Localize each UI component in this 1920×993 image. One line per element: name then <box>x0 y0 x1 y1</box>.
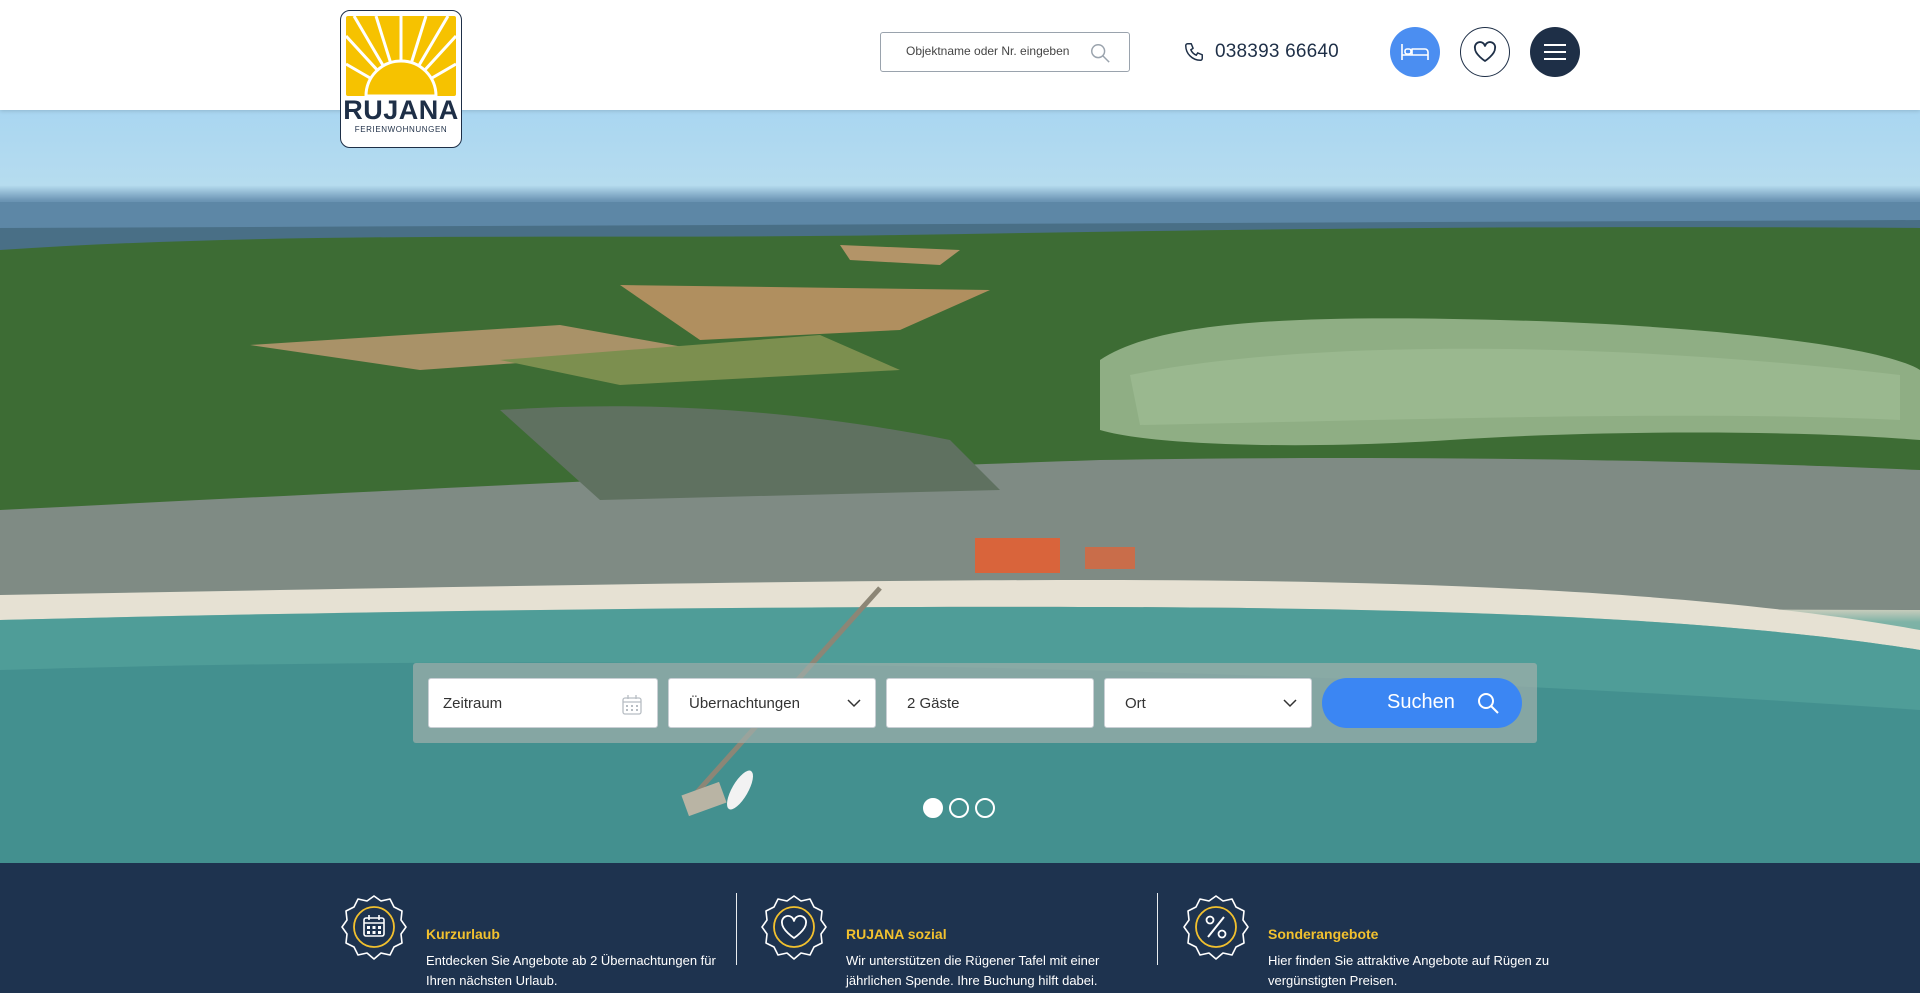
search-submit-label: Suchen <box>1387 691 1455 713</box>
phone-link[interactable]: 038393 66640 <box>1183 38 1339 66</box>
site-header: 038393 66640 <box>0 0 1920 110</box>
slider-pagination <box>923 798 995 818</box>
nights-select-label: Übernachtungen <box>689 694 800 712</box>
object-search-input[interactable] <box>906 44 1091 58</box>
bed-button[interactable] <box>1390 27 1440 77</box>
sun-logo-mark <box>346 16 456 96</box>
guests-field-label: 2 Gäste <box>907 694 960 712</box>
search-icon <box>1478 693 1499 714</box>
logo-tagline: FERIENWOHNUNGEN <box>354 125 448 134</box>
calendar-badge-icon <box>341 895 407 960</box>
chevron-down-icon <box>1283 699 1297 708</box>
feature-text: Entdecken Sie Angebote ab 2 Übernachtung… <box>426 953 716 988</box>
feature-divider <box>736 893 737 965</box>
location-select-label: Ort <box>1125 694 1146 712</box>
location-select[interactable]: Ort <box>1104 678 1312 728</box>
feature-title: Kurzurlaub <box>426 926 500 942</box>
feature-text: Wir unterstützen die Rügener Tafel mit e… <box>846 953 1100 988</box>
calendar-icon <box>622 695 642 715</box>
logo-wordmark: RUJANA <box>343 95 459 125</box>
nights-select[interactable]: Übernachtungen <box>668 678 876 728</box>
hamburger-icon <box>1544 44 1566 60</box>
feature-title: RUJANA sozial <box>846 926 947 942</box>
booking-search-bar: Zeitraum Übernachtungen 2 Gäste Ort Such… <box>413 663 1537 743</box>
rujana-logo[interactable]: RUJANA FERIENWOHNUNGEN <box>340 10 462 148</box>
hero-slider: Zeitraum Übernachtungen 2 Gäste Ort Such… <box>0 110 1920 863</box>
phone-number[interactable]: 038393 66640 <box>1215 41 1339 63</box>
chevron-down-icon <box>847 699 861 708</box>
favorites-button[interactable] <box>1460 27 1510 77</box>
feature-title: Sonderangebote <box>1268 926 1379 942</box>
date-range-field[interactable]: Zeitraum <box>428 678 658 728</box>
search-submit-button[interactable]: Suchen <box>1322 678 1522 728</box>
slider-dot-2[interactable] <box>949 798 969 818</box>
menu-button[interactable] <box>1530 27 1580 77</box>
heart-icon <box>1473 41 1497 62</box>
feature-divider <box>1157 893 1158 965</box>
date-range-label: Zeitraum <box>443 694 503 712</box>
search-icon[interactable] <box>1089 42 1111 64</box>
feature-text: Hier finden Sie attraktive Angebote auf … <box>1268 953 1550 988</box>
bed-icon <box>1401 44 1429 60</box>
slider-dot-1[interactable] <box>923 798 943 818</box>
hero-aerial-image <box>0 202 1920 863</box>
heart-badge-icon <box>761 895 827 960</box>
guests-field[interactable]: 2 Gäste <box>886 678 1094 728</box>
slider-dot-3[interactable] <box>975 798 995 818</box>
object-search-field[interactable] <box>880 32 1130 72</box>
phone-icon <box>1185 43 1203 61</box>
percent-badge-icon <box>1183 895 1249 960</box>
feature-strip: Kurzurlaub Entdecken Sie Angebote ab 2 Ü… <box>0 863 1920 993</box>
